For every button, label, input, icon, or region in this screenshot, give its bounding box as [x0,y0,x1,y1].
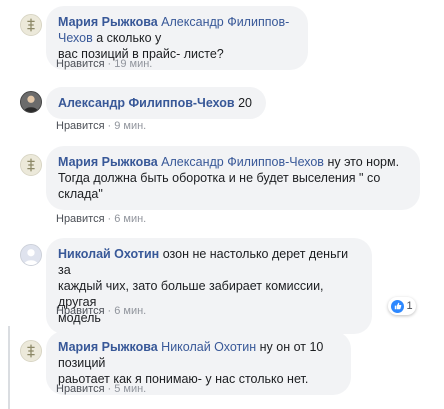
comment-text: ну это норм. [327,155,400,169]
comment-author[interactable]: Мария Рыжкова [58,340,158,354]
like-icon [391,299,405,313]
like-link[interactable]: Нравится [56,383,105,395]
like-link[interactable]: Нравится [56,213,105,225]
comment-time[interactable]: 9 мин. [114,120,146,132]
separator: · [107,383,112,395]
comment-author[interactable]: Мария Рыжкова [58,15,158,29]
comment-meta: Нравится · 19 мин. [56,57,152,71]
comment-bubble: Николай Охотин озон не настолько дерет д… [46,238,372,334]
comment-text: склада" [58,187,103,201]
comment-text: а сколько у [96,31,162,45]
like-link[interactable]: Нравится [56,58,105,70]
comment-text: Тогда должна быть оборотка и не будет вы… [58,171,381,185]
thread-line [8,326,10,409]
comment-meta: Нравится · 5 мин. [56,382,146,396]
comment-time[interactable]: 6 мин. [114,305,146,317]
reaction-badge[interactable]: 1 [388,297,416,315]
reaction-count: 1 [406,300,413,312]
comment-mention[interactable]: Александр Филиппов-Чехов [161,155,324,169]
default-avatar[interactable] [20,244,42,266]
comment-author[interactable]: Николай Охотин [58,247,159,261]
comment-meta: Нравится · 9 мин. [56,119,146,133]
like-link[interactable]: Нравится [56,120,105,132]
comment-meta: Нравится · 6 мин. [56,304,146,318]
emblem-avatar[interactable] [20,14,42,36]
comment-text: 20 [238,96,252,110]
separator: · [107,213,112,225]
comment-bubble: Александр Филиппов-Чехов 20 [46,87,266,119]
emblem-avatar[interactable] [20,340,42,362]
person-avatar[interactable] [20,91,42,113]
comment-author[interactable]: Мария Рыжкова [58,155,158,169]
separator: · [107,120,112,132]
comment-mention[interactable]: Николай Охотин [161,340,256,354]
separator: · [107,58,112,70]
comment-bubble: Мария Рыжкова Александр Филиппов-Чехов н… [46,146,420,210]
comment-time[interactable]: 5 мин. [114,383,146,395]
comment-time[interactable]: 6 мин. [114,213,146,225]
emblem-avatar[interactable] [20,154,42,176]
comment-time[interactable]: 19 мин. [114,58,152,70]
comment-author[interactable]: Александр Филиппов-Чехов [58,96,235,110]
comment-meta: Нравится · 6 мин. [56,212,146,226]
separator: · [107,305,112,317]
like-link[interactable]: Нравится [56,305,105,317]
